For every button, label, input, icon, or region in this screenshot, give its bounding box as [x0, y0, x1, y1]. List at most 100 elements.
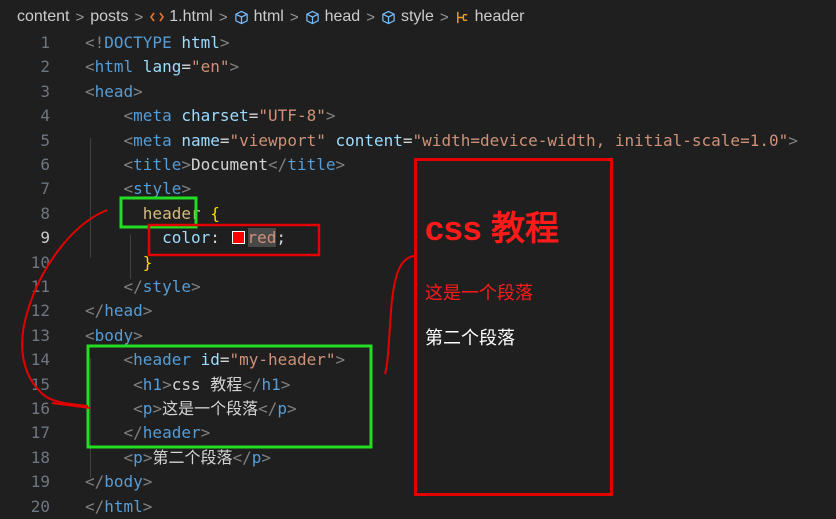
code-line[interactable]: 3 <head> — [0, 80, 836, 104]
code-text: </body> — [85, 470, 152, 494]
line-number: 8 — [40, 203, 50, 223]
line-number: 4 — [40, 106, 50, 126]
code-token: "my-header" — [229, 350, 336, 370]
code-text: <!DOCTYPE html> — [85, 31, 230, 55]
code-text: <h1>css 教程</h1> — [85, 373, 290, 397]
code-text: <head> — [85, 80, 143, 104]
code-token: "UTF-8" — [258, 106, 326, 126]
code-token: > — [325, 106, 336, 126]
code-token: > — [219, 33, 230, 52]
code-line[interactable]: 20 </html> — [0, 495, 836, 519]
line-number: 14 — [30, 350, 50, 370]
code-token: p — [133, 447, 143, 467]
code-token: </ — [232, 447, 252, 467]
code-token: </ — [85, 472, 105, 492]
line-number: 3 — [40, 81, 50, 101]
code-line[interactable]: 5 <meta name="viewport" content="width=d… — [0, 129, 836, 153]
element-cube-icon — [234, 9, 250, 25]
code-token: html — [104, 496, 143, 516]
code-text: </header> — [85, 421, 211, 445]
code-token: > — [229, 57, 240, 77]
code-token: < — [85, 447, 134, 467]
code-token: 这是一个段落 — [162, 399, 259, 418]
code-text: <meta name="viewport" content="width=dev… — [85, 129, 798, 153]
breadcrumb-item[interactable]: content — [17, 8, 69, 26]
code-token: > — [142, 472, 153, 492]
color-swatch-icon[interactable] — [231, 231, 245, 245]
breadcrumb-item[interactable]: posts — [90, 8, 128, 26]
code-token: header — [133, 350, 191, 370]
code-text: <meta charset="UTF-8"> — [85, 104, 336, 128]
breadcrumb-label: 1.html — [169, 8, 213, 25]
code-token: "viewport" — [229, 130, 326, 150]
code-token: < — [85, 155, 134, 174]
breadcrumb-item[interactable]: header — [455, 8, 524, 26]
line-number: 15 — [30, 374, 50, 394]
line-number: 16 — [30, 399, 50, 418]
code-token: head — [94, 81, 134, 101]
code-token: > — [152, 399, 163, 418]
code-text: <p>第二个段落</p> — [85, 446, 271, 470]
breadcrumb-item[interactable]: html — [234, 8, 284, 26]
browser-preview-panel: css 教程 这是一个段落 第二个段落 — [414, 158, 613, 496]
code-token: < — [85, 325, 95, 345]
code-token: DOCTYPE — [104, 33, 172, 52]
line-number: 13 — [30, 325, 50, 345]
code-token: < — [85, 106, 134, 126]
line-number: 9 — [40, 228, 50, 248]
code-line[interactable]: 2 <html lang="en"> — [0, 55, 836, 79]
preview-paragraph-1: 这是一个段落 — [425, 283, 533, 303]
line-number: 20 — [30, 496, 50, 516]
code-token: lang — [133, 57, 182, 77]
line-number: 19 — [30, 472, 50, 492]
code-token: </ — [85, 277, 143, 296]
code-text: <title>Document</title> — [85, 153, 346, 177]
breadcrumb-label: html — [253, 8, 284, 25]
code-token: head — [104, 301, 143, 321]
code-token: h1 — [142, 374, 163, 394]
code-token: < — [85, 350, 134, 370]
breadcrumb-item[interactable]: 1.html — [149, 8, 213, 26]
code-token: p — [142, 399, 153, 418]
code-text: header { — [85, 202, 220, 226]
code-token: = — [219, 130, 230, 150]
code-token: } — [85, 252, 153, 272]
breadcrumb-item[interactable]: style — [381, 8, 434, 26]
code-token: > — [181, 155, 191, 174]
code-token: meta — [133, 130, 172, 150]
line-number: 6 — [40, 155, 50, 174]
code-text: </html> — [85, 495, 152, 519]
code-token: style — [133, 179, 182, 199]
line-number: 17 — [30, 423, 50, 443]
code-token: > — [287, 399, 297, 418]
css-selector-icon — [455, 9, 471, 25]
code-token: </ — [85, 423, 143, 443]
preview-heading: css 教程 — [425, 210, 560, 248]
code-token: < — [85, 130, 134, 150]
code-token: > — [142, 301, 153, 321]
code-token: < — [85, 57, 95, 77]
line-number: 1 — [40, 33, 50, 52]
line-number: 5 — [40, 130, 50, 150]
code-token: > — [261, 447, 272, 467]
code-line[interactable]: 4 <meta charset="UTF-8"> — [0, 104, 836, 128]
code-token: body — [94, 325, 134, 345]
line-number: 2 — [40, 57, 50, 77]
breadcrumb-item[interactable]: head — [305, 8, 360, 26]
code-token: = — [402, 130, 413, 150]
code-token: { — [200, 203, 220, 223]
code-token: > — [133, 325, 143, 345]
code-line[interactable]: 1 <!DOCTYPE html> — [0, 31, 836, 55]
line-number: 10 — [30, 252, 50, 272]
code-token: "en" — [190, 57, 230, 77]
code-text: <body> — [85, 324, 143, 348]
code-token: </ — [85, 301, 105, 321]
code-token: title — [133, 155, 182, 174]
code-text: </style> — [85, 275, 201, 299]
code-token: </ — [268, 155, 288, 174]
code-token: meta — [133, 106, 172, 126]
code-token: > — [162, 374, 172, 394]
code-token: > — [200, 423, 211, 443]
code-token: charset — [171, 106, 249, 126]
code-token: header — [142, 423, 201, 443]
